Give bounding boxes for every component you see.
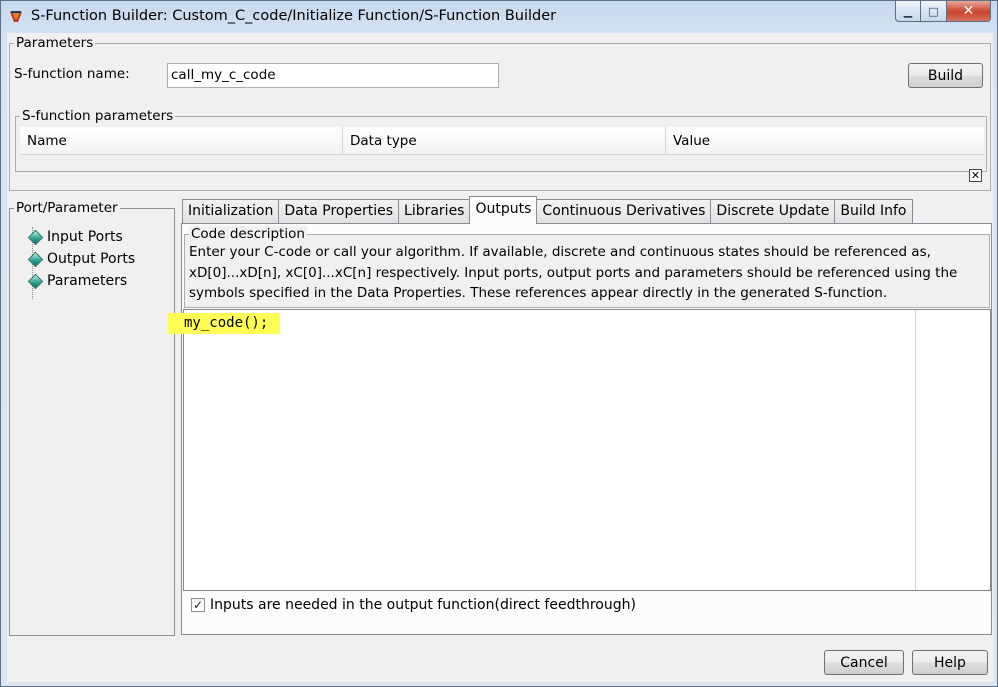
direct-feedthrough-row[interactable]: ✓ Inputs are needed in the output functi…	[191, 597, 636, 613]
tree-item-label: Output Ports	[47, 251, 136, 267]
dialog-client-area: Parameters S-function name: call_my_c_co…	[7, 33, 993, 682]
direct-feedthrough-label[interactable]: Inputs are needed in the output function…	[210, 597, 636, 613]
code-line[interactable]: my_code();	[168, 313, 281, 334]
help-button[interactable]: Help	[912, 650, 988, 675]
port-parameter-group: Port/Parameter Input Ports Output Ports …	[9, 200, 175, 636]
tab-outputs[interactable]: Outputs	[469, 196, 538, 224]
column-header-value[interactable]: Value	[666, 127, 984, 155]
sfunction-parameters-table-header: Name Data type Value	[20, 127, 984, 155]
code-description-legend: Code description	[189, 226, 307, 242]
diamond-icon	[27, 229, 44, 245]
simulink-icon	[10, 11, 22, 22]
editor-margin-line	[915, 310, 916, 590]
window-title: S-Function Builder: Custom_C_code/Initia…	[31, 8, 557, 24]
tab-libraries[interactable]: Libraries	[398, 199, 471, 224]
close-button[interactable]: ✕	[947, 1, 991, 22]
diamond-icon	[27, 251, 44, 267]
sfunction-parameters-legend: S-function parameters	[20, 108, 176, 124]
close-parameters-icon[interactable]: ✕	[969, 169, 982, 182]
port-parameter-legend: Port/Parameter	[14, 200, 120, 216]
sfunction-parameters-group: S-function parameters Name Data type Val…	[15, 108, 987, 172]
title-bar[interactable]: S-Function Builder: Custom_C_code/Initia…	[1, 1, 997, 33]
column-header-name[interactable]: Name	[20, 127, 343, 155]
direct-feedthrough-checkbox[interactable]: ✓	[191, 598, 205, 612]
tab-initialization[interactable]: Initialization	[182, 199, 280, 224]
sfunction-name-label: S-function name:	[14, 66, 130, 82]
tree-item-input-ports[interactable]: Input Ports	[27, 229, 123, 245]
outputs-tab-panel: Code description Enter your C-code or ca…	[168, 223, 992, 635]
tab-strip: Initialization Data Properties Libraries…	[182, 196, 913, 224]
sfunction-builder-window: S-Function Builder: Custom_C_code/Initia…	[0, 0, 998, 687]
code-description-text: Enter your C-code or call your algorithm…	[189, 242, 989, 304]
tree-item-label: Parameters	[47, 273, 128, 289]
cancel-button[interactable]: Cancel	[824, 650, 904, 675]
tab-continuous-derivatives[interactable]: Continuous Derivatives	[536, 199, 712, 224]
window-controls: ▁ □ ✕	[895, 1, 991, 22]
code-description-group: Code description Enter your C-code or ca…	[184, 226, 990, 308]
tree-item-output-ports[interactable]: Output Ports	[27, 251, 136, 267]
code-description-line: xD[0]...xD[n], xC[0]...xC[n] respectivel…	[189, 264, 958, 281]
parameters-legend: Parameters	[14, 35, 96, 51]
build-button[interactable]: Build	[908, 63, 983, 88]
tab-build-info[interactable]: Build Info	[834, 199, 913, 224]
tab-data-properties[interactable]: Data Properties	[278, 199, 400, 224]
code-description-line: symbols specified in the Data Properties…	[189, 285, 888, 301]
tree-item-label: Input Ports	[47, 229, 123, 245]
diamond-icon	[27, 273, 44, 289]
parameters-group: Parameters S-function name: call_my_c_co…	[9, 35, 991, 191]
tree-item-parameters[interactable]: Parameters	[27, 273, 128, 289]
maximize-button[interactable]: □	[921, 1, 947, 22]
column-header-data-type[interactable]: Data type	[343, 127, 666, 155]
sfunction-name-input[interactable]: call_my_c_code	[167, 63, 499, 88]
tab-discrete-update[interactable]: Discrete Update	[710, 199, 836, 224]
code-description-line: Enter your C-code or call your algorithm…	[189, 244, 931, 260]
minimize-button[interactable]: ▁	[895, 1, 921, 22]
code-editor[interactable]: my_code();	[168, 309, 991, 591]
